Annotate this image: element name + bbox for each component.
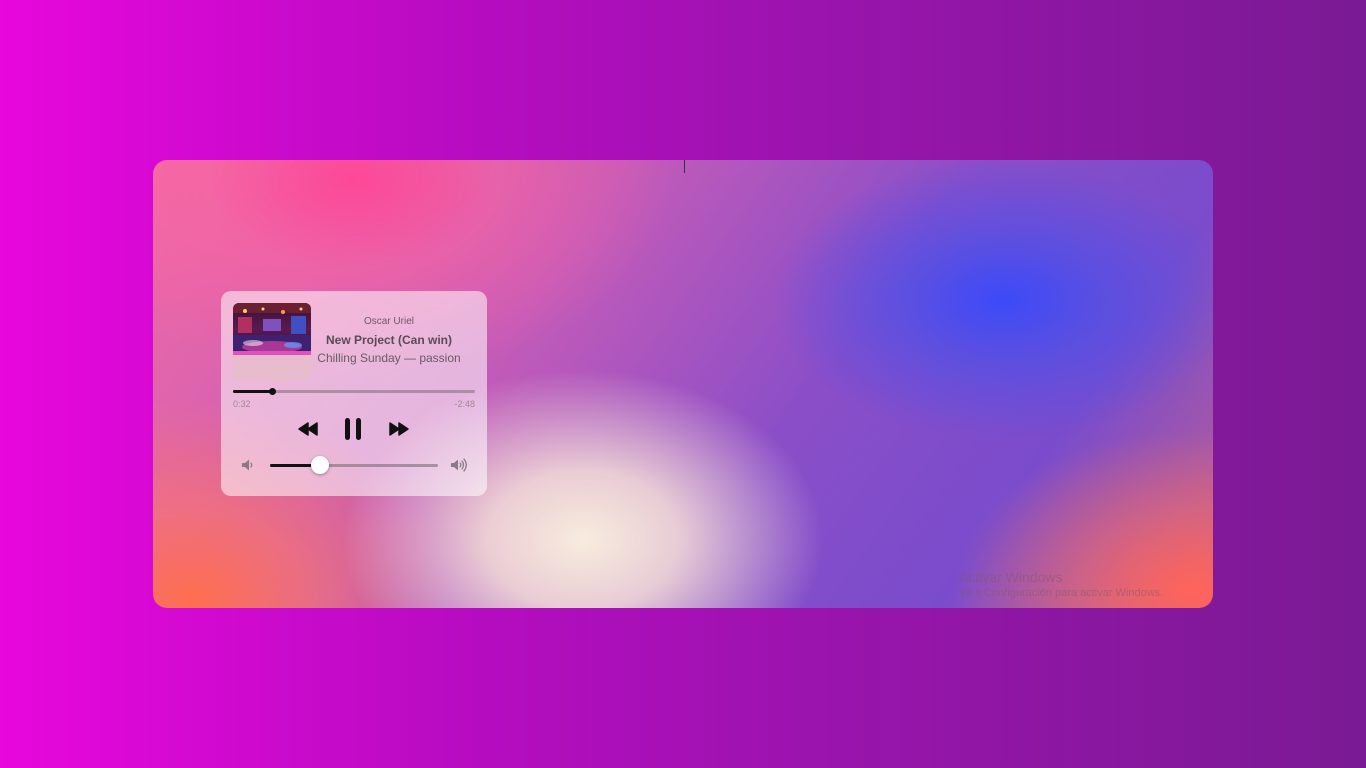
volume-control [221, 454, 487, 476]
track-info: Oscar Uriel New Project (Can win) Chilli… [313, 315, 465, 366]
fast-forward-icon [389, 422, 409, 436]
text-cursor [684, 160, 685, 173]
remaining-time: -2:48 [454, 399, 475, 409]
watermark-subtitle: Ve a Configuración para activar Windows. [959, 587, 1164, 599]
progress-bar[interactable] [233, 388, 475, 395]
elapsed-time: 0:32 [233, 399, 251, 409]
album-art [233, 303, 311, 381]
volume-low-icon[interactable] [241, 458, 255, 472]
volume-knob[interactable] [311, 456, 330, 474]
windows-activation-watermark: Activar Windows Ve a Configuración para … [959, 568, 1163, 600]
fast-forward-button[interactable] [387, 415, 411, 443]
album-art-image [233, 303, 311, 355]
pause-icon [345, 418, 361, 440]
volume-slider[interactable] [270, 456, 438, 474]
artist-name: Oscar Uriel [363, 316, 414, 327]
gradient-card: Oscar Uriel New Project (Can win) Chilli… [153, 160, 1213, 608]
progress-fill [233, 390, 272, 393]
progress-knob[interactable] [268, 388, 276, 395]
playback-controls [221, 415, 487, 443]
watermark-title: Activar Windows [959, 569, 1063, 585]
rewind-button[interactable] [296, 415, 320, 443]
album-name: Chilling Sunday — passion [317, 351, 461, 365]
volume-high-icon[interactable] [450, 458, 468, 472]
pause-button[interactable] [341, 415, 365, 443]
rewind-icon [298, 422, 318, 436]
music-player: Oscar Uriel New Project (Can win) Chilli… [221, 291, 487, 496]
track-title: New Project (Can win) [325, 333, 453, 347]
